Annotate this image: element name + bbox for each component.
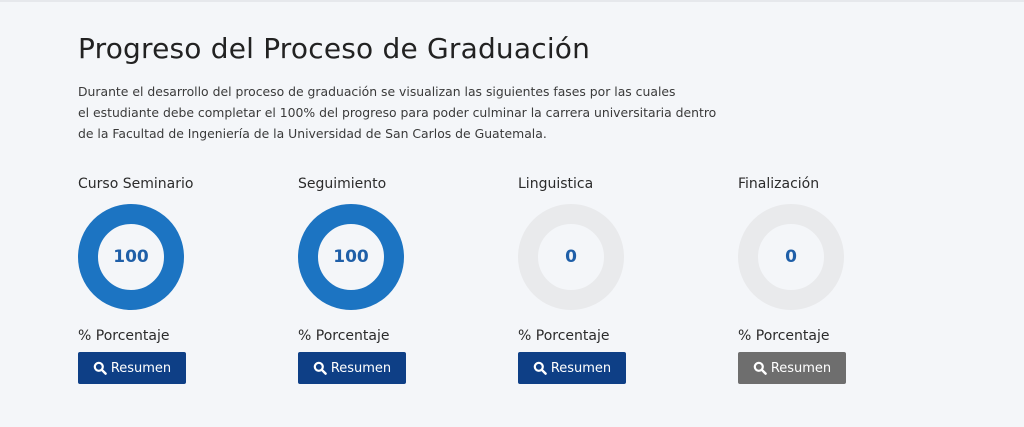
- phase-card-finalizacion: Finalización 0 % Porcentaje Resumen: [738, 176, 938, 384]
- progress-ring: 100: [78, 204, 184, 310]
- page-description: Durante el desarrollo del proceso de gra…: [78, 81, 798, 144]
- button-label: Resumen: [330, 360, 392, 376]
- resumen-button-curso-seminario[interactable]: Resumen: [78, 352, 186, 384]
- resumen-button-finalizacion[interactable]: Resumen: [738, 352, 846, 384]
- button-label: Resumen: [770, 360, 832, 376]
- top-divider: [0, 0, 1024, 2]
- description-line: el estudiante debe completar el 100% del…: [78, 105, 717, 120]
- phase-title: Finalización: [738, 176, 820, 192]
- phase-title: Linguistica: [518, 176, 594, 192]
- phase-card-seguimiento: Seguimiento 100 % Porcentaje Resumen: [298, 176, 498, 384]
- description-line: de la Facultad de Ingeniería de la Unive…: [78, 126, 547, 141]
- progress-value: 100: [113, 247, 149, 267]
- search-icon: [753, 361, 767, 375]
- progress-value: 100: [333, 247, 369, 267]
- progress-value: 0: [565, 247, 577, 267]
- resumen-button-linguistica[interactable]: Resumen: [518, 352, 626, 384]
- page-title: Progreso del Proceso de Graduación: [78, 32, 591, 65]
- percent-label: % Porcentaje: [298, 328, 390, 344]
- phase-card-linguistica: Linguistica 0 % Porcentaje Resumen: [518, 176, 718, 384]
- graduation-progress-section: Progreso del Proceso de Graduación Duran…: [78, 32, 978, 144]
- phases-row: Curso Seminario 100 % Porcentaje Resumen…: [78, 176, 978, 406]
- phase-card-curso-seminario: Curso Seminario 100 % Porcentaje Resumen: [78, 176, 278, 384]
- phase-title: Seguimiento: [298, 176, 387, 192]
- search-icon: [313, 361, 327, 375]
- progress-value: 0: [785, 247, 797, 267]
- search-icon: [93, 361, 107, 375]
- percent-label: % Porcentaje: [518, 328, 610, 344]
- phase-title: Curso Seminario: [78, 176, 194, 192]
- description-line: Durante el desarrollo del proceso de gra…: [78, 84, 676, 99]
- progress-ring: 0: [518, 204, 624, 310]
- button-label: Resumen: [110, 360, 172, 376]
- search-icon: [533, 361, 547, 375]
- progress-ring: 0: [738, 204, 844, 310]
- button-label: Resumen: [550, 360, 612, 376]
- percent-label: % Porcentaje: [78, 328, 170, 344]
- percent-label: % Porcentaje: [738, 328, 830, 344]
- progress-ring: 100: [298, 204, 404, 310]
- resumen-button-seguimiento[interactable]: Resumen: [298, 352, 406, 384]
